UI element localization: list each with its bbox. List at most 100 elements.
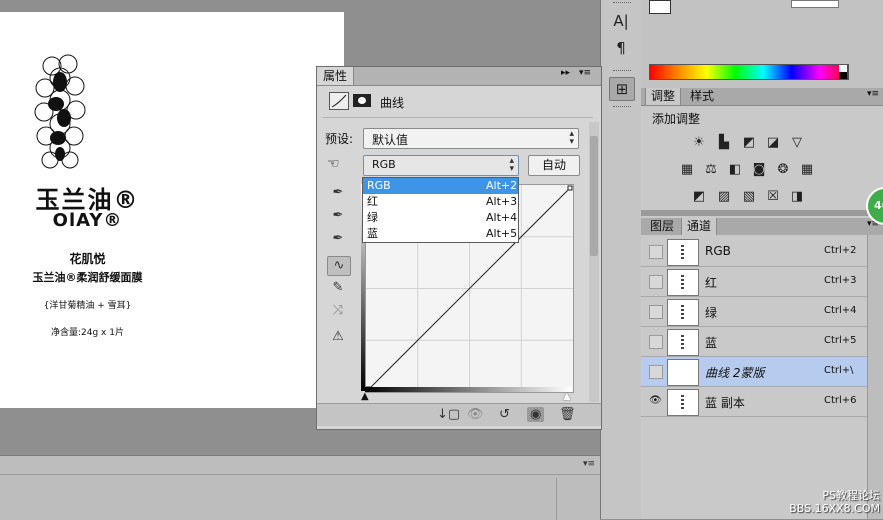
grip-handle[interactable] [613,2,631,5]
channel-shortcut: Ctrl+2 [824,245,857,256]
auto-button[interactable]: 自动 [528,155,580,176]
black-point-slider[interactable]: ▲ [361,391,369,402]
visibility-icon[interactable]: ◉ [527,407,545,422]
clipping-warning-icon[interactable]: ⚠ [327,328,349,346]
scroll-thumb[interactable] [590,136,598,256]
trash-icon[interactable]: 🗑 [559,407,576,422]
visibility-toggle[interactable] [649,335,663,349]
document-page[interactable]: 玉兰油® OlAY® 花肌悦 玉兰油®柔润舒缓面膜 {洋甘菊精油 + 雪耳} 净… [0,12,344,408]
curve-points-icon[interactable]: ∿ [327,256,351,276]
visibility-toggle[interactable] [649,275,663,289]
color-lookup-icon[interactable]: ▦ [799,163,815,177]
color-swatch[interactable] [649,0,671,14]
curves-icon[interactable]: ◩ [741,136,757,150]
properties-tabbar: 属性 ▸▸ ▾≡ [317,67,601,86]
posterize-icon[interactable]: ▨ [716,190,732,204]
tab-adjustments[interactable]: 调整 [645,88,682,105]
divider [323,117,593,118]
reset-icon[interactable]: ↺ [499,407,510,422]
channel-row[interactable]: RGB Ctrl+2 [641,237,867,267]
channel-option[interactable]: RGB Alt+2 [363,178,518,194]
channel-row[interactable]: 绿 Ctrl+4 [641,297,867,327]
product-name: 玉兰油®柔润舒缓面膜 [32,271,143,284]
tab-channels[interactable]: 通道 [681,218,718,235]
grip-handle[interactable] [613,106,631,109]
channel-select[interactable]: RGB ▴ ▾ [363,155,519,176]
channel-option[interactable]: 绿 Alt+4 [363,210,518,226]
thumbnail-content [681,245,684,259]
mask-icon[interactable] [353,94,371,107]
visibility-toggle[interactable] [649,305,663,319]
grip-handle[interactable] [613,70,631,73]
panel-menu-icon[interactable]: ▾≡ [583,459,595,469]
channel-mixer-icon[interactable]: ❂ [775,163,791,177]
color-value-field[interactable] [791,0,839,8]
on-image-adjust-icon[interactable]: ☜ [327,156,340,172]
properties-icon[interactable]: ⊞ [609,77,635,101]
black-white-icon[interactable]: ◧ [727,163,743,177]
channel-option[interactable]: 红 Alt+3 [363,194,518,210]
paragraph-icon[interactable]: ¶ [609,37,633,59]
eye-icon[interactable]: 👁 [649,395,662,407]
white-point-slider[interactable]: ▲ [563,391,571,402]
hue-saturation-icon[interactable]: ▦ [679,163,695,177]
tab-properties[interactable]: 属性 [317,67,355,85]
channel-name: 曲线 2蒙版 [705,366,765,380]
channel-row[interactable]: 曲线 2蒙版 Ctrl+\ [641,357,867,387]
divider [641,210,883,216]
tab-layers[interactable]: 图层 [645,218,679,235]
divider [0,474,600,475]
view-previous-icon[interactable]: 👁 [467,407,484,422]
pencil-icon[interactable]: ✎ [327,279,349,297]
thumbnail-content [681,335,684,349]
brand-english: OlAY® [52,210,123,231]
channel-shortcut: Ctrl+6 [824,395,857,406]
photo-filter-icon[interactable]: ◙ [751,163,767,177]
character-icon[interactable]: A| [609,10,633,32]
channels-list: RGB Ctrl+2 红 Ctrl+3 绿 Ctrl+4 蓝 Ctrl+5 曲线 2蒙版 Ctrl… [641,235,883,519]
preset-select[interactable]: 默认值 ▴ ▾ [363,128,579,149]
channel-row[interactable]: 红 Ctrl+3 [641,267,867,297]
channel-option-label: 蓝 [367,227,378,240]
selective-color-icon[interactable]: ☒ [765,190,781,204]
black-white-swatch[interactable] [839,65,847,79]
threshold-icon[interactable]: ▧ [741,190,757,204]
brightness-icon[interactable]: ☀ [691,136,707,150]
visibility-toggle[interactable] [649,365,663,379]
white-point-eyedropper-icon[interactable]: ✒ [327,230,349,248]
channel-row[interactable]: 蓝 Ctrl+5 [641,327,867,357]
channel-option-shortcut: Alt+2 [486,179,518,192]
channel-thumbnail [667,239,699,266]
invert-icon[interactable]: ◩ [691,190,707,204]
panel-scrollbar[interactable] [589,122,599,402]
smooth-icon[interactable]: ⤨ [327,302,349,320]
exposure-icon[interactable]: ◪ [765,136,781,150]
channel-option[interactable]: 蓝 Alt+5 [363,226,518,242]
thumbnail-content [681,305,684,319]
vibrance-icon[interactable]: ▽ [789,136,805,150]
channel-row[interactable]: 👁 蓝 副本 Ctrl+6 [641,387,867,417]
channel-option-shortcut: Alt+5 [486,227,518,240]
layers-tabbar: 图层 通道 ▾≡ [641,218,883,236]
gradient-map-icon[interactable]: ◨ [789,190,805,204]
flower-logo [34,54,86,169]
color-balance-icon[interactable]: ⚖ [703,163,719,177]
visibility-toggle[interactable] [649,245,663,259]
levels-icon[interactable]: ▙ [716,136,732,150]
properties-footer: ↓▢ 👁 ↺ ◉ 🗑 [317,403,601,426]
channels-scrollbar[interactable] [867,235,883,519]
channel-thumbnail [667,269,699,296]
panel-menu-icon[interactable]: ▾≡ [579,68,591,78]
clip-to-layer-icon[interactable]: ↓▢ [437,407,460,422]
channel-name: 蓝 副本 [705,396,745,410]
panel-menu-icon[interactable]: ▾≡ [867,89,879,99]
color-spectrum[interactable] [649,64,849,80]
collapse-icon[interactable]: ▸▸ [561,68,570,78]
channel-dropdown-list: RGB Alt+2 红 Alt+3 绿 Alt+4 蓝 Alt+5 [362,177,519,243]
curves-adjustment-icon[interactable] [329,92,349,110]
thumbnail-content [681,275,684,289]
black-point-eyedropper-icon[interactable]: ✒ [327,184,349,202]
tab-styles[interactable]: 样式 [685,88,719,105]
channel-shortcut: Ctrl+3 [824,275,857,286]
gray-point-eyedropper-icon[interactable]: ✒ [327,207,349,225]
